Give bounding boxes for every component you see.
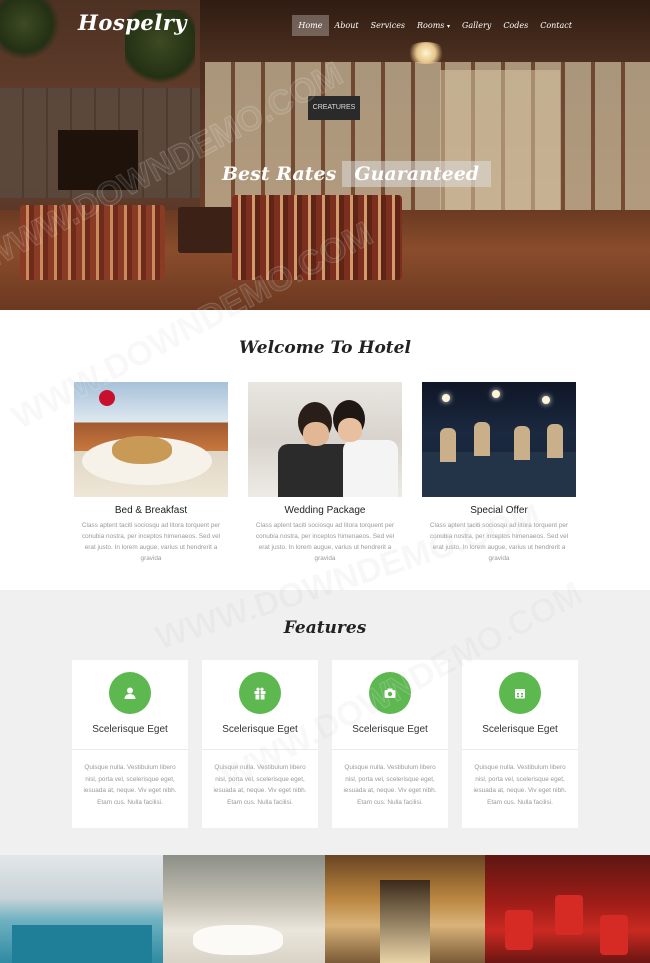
gallery-pool-photo[interactable] bbox=[0, 855, 163, 963]
welcome-title: Welcome To Hotel bbox=[239, 338, 411, 358]
hall-shape bbox=[380, 880, 430, 963]
gallery-corridor-photo[interactable] bbox=[325, 855, 485, 963]
pastry-shape bbox=[112, 436, 172, 464]
user-icon bbox=[109, 672, 151, 714]
gallery-strip bbox=[0, 855, 650, 963]
feature-divider bbox=[202, 749, 318, 750]
nav-about[interactable]: About bbox=[329, 15, 365, 36]
feature-text: Quisque nulla. Vestibulum libero nisl, p… bbox=[473, 764, 567, 806]
person-shape bbox=[343, 440, 398, 497]
musician-shape bbox=[547, 424, 563, 458]
hero-heading-plain: Best Rates bbox=[222, 163, 337, 185]
offer-card-text: Class aptent taciti sociosqu ad litora t… bbox=[429, 522, 569, 562]
nav-codes[interactable]: Codes bbox=[497, 15, 534, 36]
offer-card-title: Special Offer bbox=[470, 505, 528, 516]
stage-light bbox=[442, 394, 450, 402]
feature-divider bbox=[72, 749, 188, 750]
nav-contact[interactable]: Contact bbox=[534, 15, 578, 36]
hero-banner: CREATURES Hospelry Home About Services R… bbox=[0, 0, 650, 310]
hero-sign: CREATURES bbox=[308, 96, 360, 120]
feature-title: Scelerisque Eget bbox=[482, 724, 558, 735]
offer-card-title: Bed & Breakfast bbox=[114, 505, 188, 516]
pool-shape bbox=[12, 925, 152, 963]
hero-chandelier bbox=[405, 42, 447, 64]
nav-rooms[interactable]: Rooms ▾ bbox=[411, 15, 456, 36]
gift-icon bbox=[239, 672, 281, 714]
tub-shape bbox=[193, 925, 283, 955]
nav-gallery[interactable]: Gallery bbox=[456, 15, 497, 36]
offer-cards: Bed & Breakfast Class aptent taciti soci… bbox=[74, 382, 576, 564]
main-nav: Home About Services Rooms ▾ Gallery Code… bbox=[292, 15, 578, 36]
face-shape bbox=[338, 418, 362, 442]
offer-card-text: Class aptent taciti sociosqu ad litora t… bbox=[255, 522, 395, 562]
offer-card-text: Class aptent taciti sociosqu ad litora t… bbox=[81, 522, 221, 562]
chair-shape bbox=[555, 895, 583, 935]
welcome-section: Welcome To Hotel Bed & Breakfast Class a… bbox=[0, 310, 650, 590]
feature-text: Quisque nulla. Vestibulum libero nisl, p… bbox=[213, 764, 307, 806]
hero-sofa-center bbox=[232, 195, 402, 280]
hero-fireplace bbox=[58, 130, 138, 190]
hero-doorway bbox=[440, 70, 560, 210]
stage-light bbox=[492, 390, 500, 398]
nav-home[interactable]: Home bbox=[292, 15, 329, 36]
offer-card-wedding[interactable]: Wedding Package Class aptent taciti soci… bbox=[248, 382, 402, 564]
hero-windows bbox=[205, 62, 650, 212]
hero-sofa-left bbox=[20, 205, 165, 280]
feature-title: Scelerisque Eget bbox=[92, 724, 168, 735]
feature-title: Scelerisque Eget bbox=[352, 724, 428, 735]
musician-shape bbox=[514, 426, 530, 460]
musician-shape bbox=[474, 422, 490, 456]
feature-card[interactable]: Scelerisque Eget Quisque nulla. Vestibul… bbox=[72, 660, 188, 828]
breakfast-photo bbox=[74, 382, 228, 497]
feature-divider bbox=[462, 749, 578, 750]
feature-text: Quisque nulla. Vestibulum libero nisl, p… bbox=[343, 764, 437, 806]
offer-card-special[interactable]: Special Offer Class aptent taciti socios… bbox=[422, 382, 576, 564]
calendar-icon bbox=[499, 672, 541, 714]
feature-text: Quisque nulla. Vestibulum libero nisl, p… bbox=[83, 764, 177, 806]
chair-shape bbox=[505, 910, 533, 950]
band-photo bbox=[422, 382, 576, 497]
hero-table bbox=[178, 207, 234, 253]
stage-light bbox=[542, 396, 550, 404]
chevron-down-icon: ▾ bbox=[446, 23, 450, 30]
brand-logo[interactable]: Hospelry bbox=[78, 10, 187, 35]
offer-card-bed-breakfast[interactable]: Bed & Breakfast Class aptent taciti soci… bbox=[74, 382, 228, 564]
gallery-restaurant-photo[interactable] bbox=[485, 855, 650, 963]
chair-shape bbox=[600, 915, 628, 955]
features-title: Features bbox=[283, 618, 367, 638]
gallery-bathroom-photo[interactable] bbox=[163, 855, 325, 963]
feature-card[interactable]: Scelerisque Eget Quisque nulla. Vestibul… bbox=[202, 660, 318, 828]
feature-card[interactable]: Scelerisque Eget Quisque nulla. Vestibul… bbox=[462, 660, 578, 828]
musician-shape bbox=[440, 428, 456, 462]
hero-heading-highlight: Guaranteed bbox=[342, 161, 492, 187]
wedding-photo bbox=[248, 382, 402, 497]
features-section: Features Scelerisque Eget Quisque nulla.… bbox=[0, 590, 650, 855]
hero-plant-left bbox=[0, 0, 60, 60]
camera-icon bbox=[369, 672, 411, 714]
feature-cards: Scelerisque Eget Quisque nulla. Vestibul… bbox=[72, 660, 578, 828]
hero-heading: Best Rates Guaranteed bbox=[222, 160, 492, 188]
nav-rooms-label: Rooms bbox=[417, 21, 445, 30]
feature-card[interactable]: Scelerisque Eget Quisque nulla. Vestibul… bbox=[332, 660, 448, 828]
flower-shape bbox=[99, 390, 115, 406]
offer-card-title: Wedding Package bbox=[284, 505, 366, 516]
face-shape bbox=[303, 422, 329, 446]
nav-services[interactable]: Services bbox=[365, 15, 411, 36]
feature-title: Scelerisque Eget bbox=[222, 724, 298, 735]
feature-divider bbox=[332, 749, 448, 750]
